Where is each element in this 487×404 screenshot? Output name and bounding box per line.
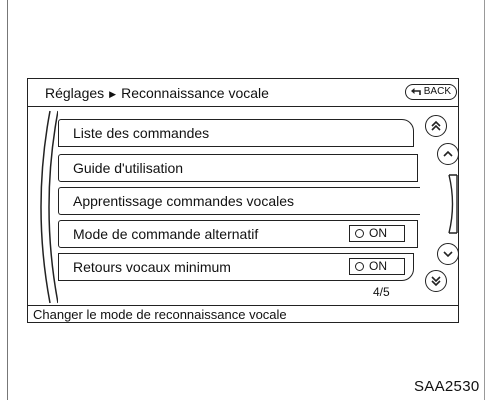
breadcrumb: Réglages ▶ Reconnaissance vocale	[45, 85, 269, 101]
back-button[interactable]: BACK	[405, 84, 457, 100]
chevron-down-icon	[443, 251, 453, 258]
page-down-button[interactable]	[425, 270, 447, 292]
breadcrumb-parent[interactable]: Réglages	[45, 85, 104, 101]
scrollbar-track[interactable]	[446, 173, 460, 235]
toggle-label: ON	[369, 226, 387, 240]
scroll-down-button[interactable]	[437, 243, 459, 265]
menu-item-retours-vocaux[interactable]: Retours vocaux minimum ON	[58, 253, 414, 281]
toggle-label: ON	[369, 259, 387, 273]
menu-item-apprentissage[interactable]: Apprentissage commandes vocales	[58, 187, 420, 215]
mode-alternatif-toggle[interactable]: ON	[349, 225, 405, 242]
figure-caption: SAA2530	[414, 378, 480, 395]
menu-item-label: Mode de commande alternatif	[73, 226, 259, 242]
left-bezel-arc	[40, 110, 58, 304]
menu-item-guide-utilisation[interactable]: Guide d'utilisation	[58, 154, 418, 182]
menu-item-label: Guide d'utilisation	[73, 160, 184, 176]
breadcrumb-separator-icon: ▶	[109, 89, 117, 99]
back-label: BACK	[423, 86, 451, 97]
status-bar: Changer le mode de reconnaissance vocale	[28, 305, 458, 324]
double-chevron-up-icon	[431, 120, 441, 131]
screen-header: Réglages ▶ Reconnaissance vocale BACK	[28, 79, 458, 107]
page-up-button[interactable]	[425, 115, 447, 137]
menu-item-label: Liste des commandes	[73, 125, 210, 141]
breadcrumb-current: Reconnaissance vocale	[121, 85, 269, 101]
nav-screen: Réglages ▶ Reconnaissance vocale BACK List…	[27, 78, 459, 323]
scroll-up-button[interactable]	[437, 143, 459, 165]
toggle-indicator-icon	[355, 229, 364, 238]
double-chevron-down-icon	[431, 276, 441, 287]
page-indicator: 4/5	[373, 285, 390, 299]
back-arrow-icon	[411, 88, 421, 95]
menu-item-label: Retours vocaux minimum	[73, 259, 231, 275]
status-text: Changer le mode de reconnaissance vocale	[33, 307, 287, 322]
menu-item-liste-commandes[interactable]: Liste des commandes	[58, 119, 414, 147]
retours-vocaux-toggle[interactable]: ON	[349, 258, 405, 275]
menu-item-mode-alternatif[interactable]: Mode de commande alternatif ON	[58, 220, 418, 248]
menu-item-label: Apprentissage commandes vocales	[73, 193, 295, 209]
chevron-up-icon	[443, 150, 453, 157]
toggle-indicator-icon	[355, 262, 364, 271]
